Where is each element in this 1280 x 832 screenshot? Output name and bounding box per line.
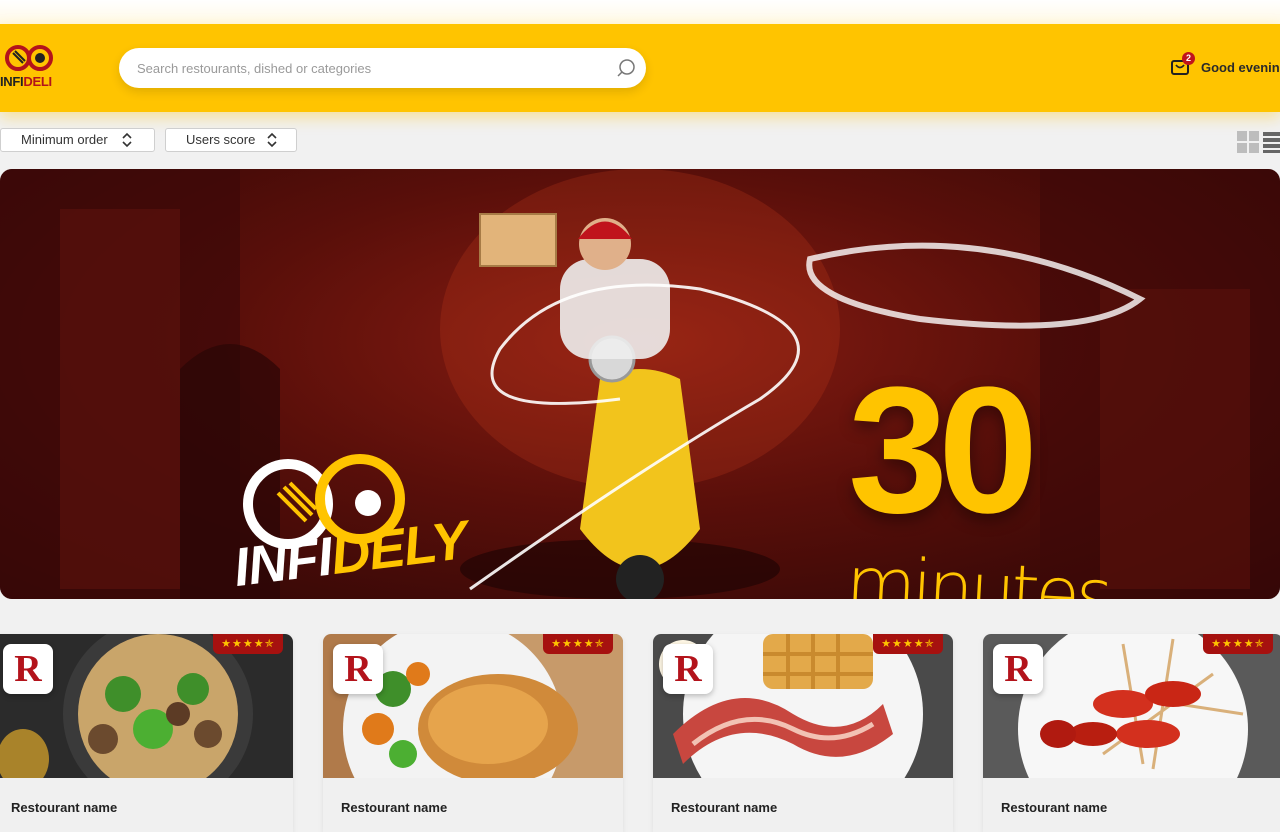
promo-minutes-number: 30 [848, 350, 1038, 551]
restaurant-name[interactable]: Restourant name [1001, 800, 1107, 815]
infinity-logo-icon [5, 45, 53, 71]
search-icon[interactable] [616, 58, 636, 78]
rating-stars: ★★★★✯ [1203, 634, 1273, 654]
sort-chevrons-icon [122, 132, 132, 148]
cart-count-badge: 2 [1182, 52, 1195, 65]
cart-button[interactable]: 2 [1170, 52, 1195, 78]
rating-stars: ★★★★✯ [213, 634, 283, 654]
restaurant-card[interactable]: R ★★★★✯ Restourant name [323, 634, 623, 832]
search-input[interactable] [137, 48, 607, 88]
users-score-sort[interactable]: Users score [165, 128, 297, 152]
minimum-order-sort[interactable]: Minimum order [0, 128, 155, 152]
restaurant-name[interactable]: Restourant name [341, 800, 447, 815]
restaurant-card[interactable]: R ★★★★✯ Restourant name [653, 634, 953, 832]
top-strip [0, 0, 1280, 24]
app-logo[interactable]: INFIDELI [0, 42, 60, 94]
promo-banner[interactable]: INFIDELY 30 minutes or less [0, 169, 1280, 599]
greeting-text[interactable]: Good evening [1201, 60, 1280, 75]
rating-stars: ★★★★✯ [543, 634, 613, 654]
restaurant-name[interactable]: Restourant name [11, 800, 117, 815]
users-score-label: Users score [186, 132, 256, 147]
banner-background-image [0, 169, 1280, 599]
restaurant-logo: R [3, 644, 53, 694]
grid-view-icon[interactable] [1237, 131, 1259, 153]
sort-chevrons-icon [267, 132, 277, 148]
search-bar[interactable] [119, 48, 646, 88]
minimum-order-label: Minimum order [21, 132, 108, 147]
restaurant-card[interactable]: R ★★★★✯ Restourant name [0, 634, 293, 832]
restaurant-logo: R [333, 644, 383, 694]
restaurant-name[interactable]: Restourant name [671, 800, 777, 815]
restaurant-card[interactable]: R ★★★★✯ Restourant name [983, 634, 1280, 832]
restaurant-logo: R [663, 644, 713, 694]
list-view-icon[interactable] [1263, 131, 1280, 153]
rating-stars: ★★★★✯ [873, 634, 943, 654]
header-bar: INFIDELI 2 Good evening [0, 24, 1280, 112]
promo-text-minutes: minutes [843, 540, 1112, 599]
restaurant-logo: R [993, 644, 1043, 694]
logo-wordmark: INFIDELI [0, 74, 52, 89]
